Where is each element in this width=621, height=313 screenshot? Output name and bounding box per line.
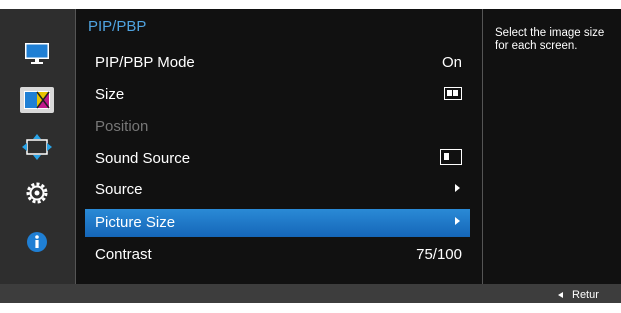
panel-title: PIP/PBP (88, 18, 147, 35)
pip-pbp-panel: PIP/PBP PIP/PBP Mode On Size Position So… (75, 9, 482, 284)
menu-item-picture-size[interactable]: Picture Size (85, 209, 470, 237)
menu-item-label: Source (95, 181, 143, 198)
menu-item-source[interactable]: Source (85, 176, 470, 204)
menu-item-size[interactable]: Size (85, 81, 470, 109)
menu-item-sound-source[interactable]: Sound Source (85, 145, 470, 173)
menu-item-value: 75/100 (416, 246, 462, 263)
menu-item-label: Size (95, 86, 125, 103)
category-sidebar (0, 9, 75, 284)
help-panel: Select the image size for each screen. (482, 9, 621, 284)
picture-icon[interactable] (22, 42, 52, 64)
osd-menu: PIP/PBP PIP/PBP Mode On Size Position So… (0, 9, 621, 303)
return-button[interactable]: Retur (558, 289, 599, 303)
color-icon[interactable] (20, 87, 54, 113)
arrow-left-icon (558, 292, 563, 298)
menu-item-value: On (441, 54, 462, 71)
menu-item-position: Position (85, 113, 470, 141)
menu-item-contrast[interactable]: Contrast 75/100 (85, 241, 470, 269)
return-label: Retur (572, 289, 599, 301)
pbp-size-icon (444, 87, 462, 100)
menu-item-pip-pbp-mode[interactable]: PIP/PBP Mode On (85, 49, 470, 77)
menu-item-label: Picture Size (95, 214, 176, 231)
chevron-right-icon (455, 217, 460, 225)
menu-item-label: Sound Source (95, 150, 191, 167)
sound-source-screen-icon (440, 149, 462, 165)
information-icon[interactable] (22, 230, 52, 252)
menu-item-label: Position (95, 118, 149, 135)
footer-bar (0, 284, 621, 303)
menu-item-label: Contrast (95, 246, 152, 263)
system-icon[interactable] (22, 181, 52, 204)
size-position-icon[interactable] (22, 134, 52, 160)
chevron-right-icon (455, 184, 460, 192)
menu-item-label: PIP/PBP Mode (95, 54, 195, 71)
help-text: Select the image size for each screen. (495, 27, 605, 52)
